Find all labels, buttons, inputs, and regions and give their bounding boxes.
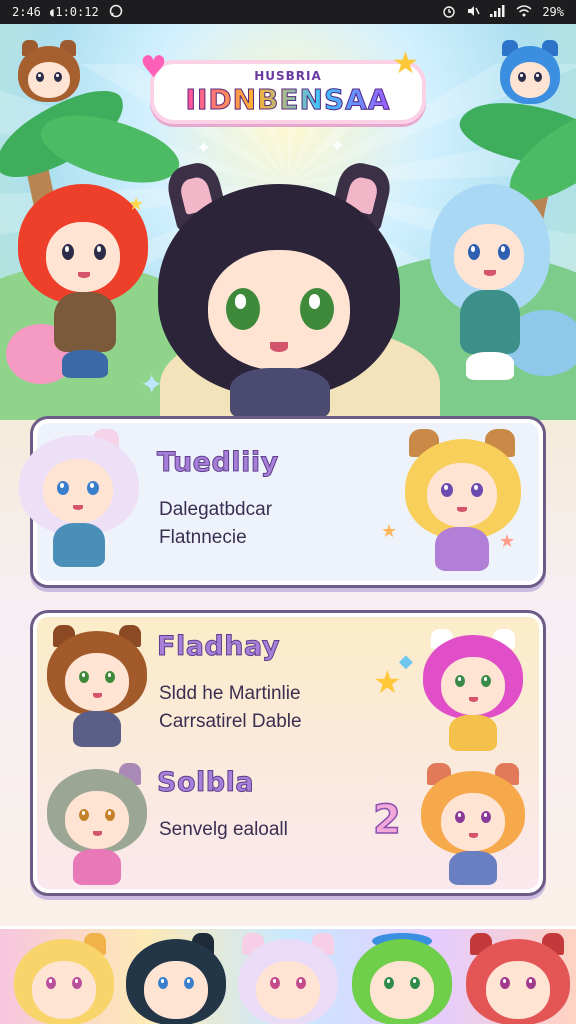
star-icon: ★ [381,521,398,542]
alarm-icon [442,4,456,21]
entry-title: Tuedliiy [157,447,279,479]
corner-chibi-left [14,38,84,108]
white-hair-chibi [19,429,139,579]
sparkle-icon: ★ [128,194,145,215]
roster-green-hair-chibi[interactable] [352,933,452,1024]
roster-lavender-chibi[interactable] [238,933,338,1024]
heart-icon: ♥ [140,50,167,85]
mute-icon [466,4,480,21]
diamond-icon: ◆ [399,651,413,672]
entry-title: Fladhay [157,631,280,663]
grey-hair-chibi [47,763,147,887]
hero-scene: HUSBRIA IIDNBENSAA ♥ ★ ✦ ✦ ✦ ★ [0,24,576,420]
magenta-hair-chibi [423,629,523,753]
number-badge: 2 [372,796,401,844]
roster-red-hair-chibi[interactable] [466,933,570,1024]
game-logo: HUSBRIA IIDNBENSAA [150,60,426,124]
whatsapp-icon [109,4,123,21]
brown-hair-chibi [47,625,147,749]
wifi-icon [516,4,532,20]
character-card[interactable]: Tuedliiy Dalegatbdcar Flatnnecie ★ ★ [19,416,546,588]
status-right: 29% [442,4,564,21]
roster-dark-hair-chibi[interactable] [126,933,226,1024]
entry-title: Solbla [156,767,255,799]
logo-title: IIDNBENSAA [185,82,391,116]
logo-subtitle: HUSBRIA [254,68,322,83]
character-roster[interactable] [0,926,576,1024]
star-icon: ★ [392,46,419,81]
roster-blonde-chibi[interactable] [14,933,114,1024]
blue-hair-chibi [430,184,550,384]
clock: 2:46 ◖1:0:12 [12,5,99,19]
corner-chibi-right [498,38,564,110]
entry-line: Flatnnecie [159,527,247,548]
signal-icon [490,4,506,20]
entry-line: Sldd he Martinlie [159,683,301,704]
entry-line: Senvelg ealoall [159,819,288,840]
status-left: 2:46 ◖1:0:12 [12,4,123,21]
main-character [156,158,402,420]
sparkle-icon: ✦ [330,136,346,157]
blonde-bear-chibi [403,429,523,579]
character-card[interactable]: Fladhay Sldd he Martinlie Carrsatirel Da… [30,610,546,896]
star-icon: ★ [499,531,516,552]
sparkle-icon: ✦ [140,368,164,401]
orange-bear-chibi [421,763,525,887]
status-bar: 2:46 ◖1:0:12 29% [0,0,576,24]
entry-line: Carrsatirel Dable [159,711,302,732]
sparkle-icon: ✦ [196,138,212,159]
battery-label: 29% [542,5,564,19]
star-icon: ★ [373,663,402,701]
entry-line: Dalegatbdcar [159,499,273,520]
